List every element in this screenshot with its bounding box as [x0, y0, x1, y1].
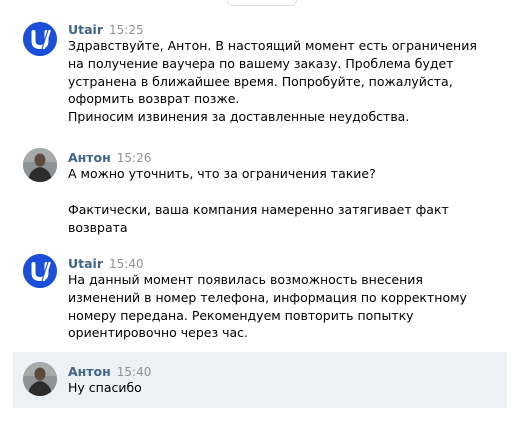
message-item: Utair 15:25 Здравствуйте, Антон. В настоя… — [13, 12, 507, 130]
chat-history: Utair 15:25 Здравствуйте, Антон. В настоя… — [0, 0, 521, 431]
message-author[interactable]: Utair — [68, 22, 103, 37]
message-item: Антон 15:26 А можно уточнить, что за огра… — [13, 140, 507, 240]
user-photo-icon[interactable] — [23, 362, 57, 396]
message-time[interactable]: 15:26 — [117, 151, 152, 165]
message-time[interactable]: 15:25 — [109, 23, 144, 37]
scroll-tab[interactable] — [227, 0, 297, 6]
message-item: Utair 15:40 На данный момент появилась во… — [13, 246, 507, 346]
message-author[interactable]: Utair — [68, 256, 103, 271]
message-text: На данный момент появилась возможность в… — [68, 272, 467, 341]
message-text: Ну спасибо — [68, 380, 142, 395]
user-photo-icon[interactable] — [23, 148, 57, 182]
message-author[interactable]: Антон — [68, 364, 111, 379]
message-item-selected[interactable]: Антон 15:40 Ну спасибо — [13, 352, 507, 408]
message-text: А можно уточнить, что за ограничения так… — [68, 166, 449, 235]
utair-logo-icon[interactable] — [23, 254, 57, 288]
message-author[interactable]: Антон — [68, 150, 111, 165]
utair-logo-icon[interactable] — [23, 22, 57, 56]
message-time[interactable]: 15:40 — [109, 257, 144, 271]
message-text: Здравствуйте, Антон. В настоящий момент … — [68, 38, 477, 125]
message-time[interactable]: 15:40 — [117, 365, 152, 379]
